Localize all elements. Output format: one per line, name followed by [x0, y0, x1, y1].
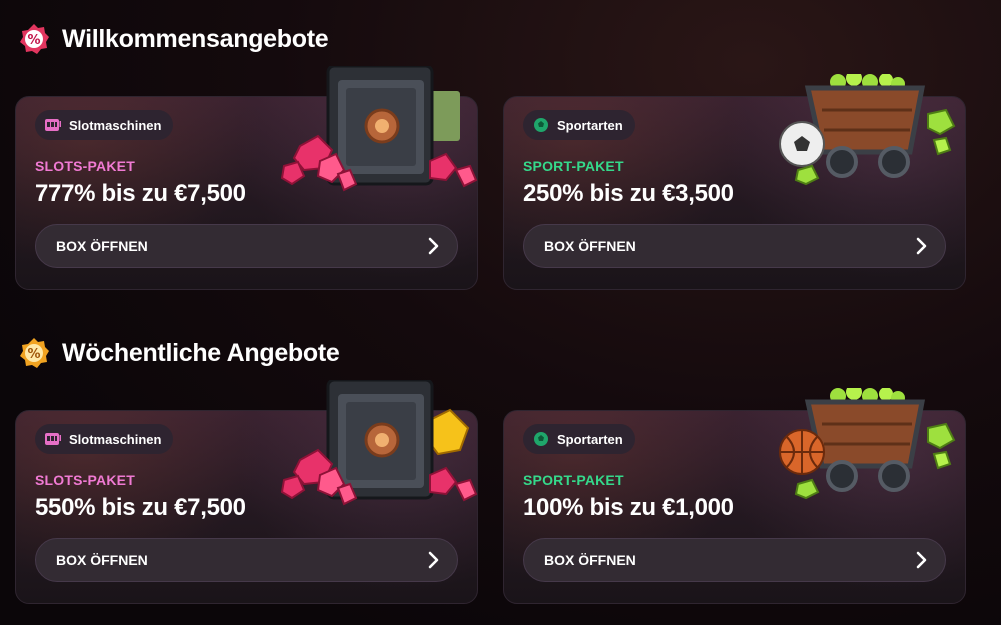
offer-text: 250% bis zu €3,500: [523, 180, 734, 207]
category-chip-label: Slotmaschinen: [69, 117, 162, 133]
open-box-button-label: BOX ÖFFNEN: [544, 552, 636, 568]
open-box-button-label: BOX ÖFFNEN: [56, 238, 148, 254]
package-label: SLOTS-PAKET: [35, 472, 135, 488]
offer-text: 777% bis zu €7,500: [35, 180, 246, 207]
category-chip: Sportarten: [523, 424, 635, 454]
offers-page: % Willkommensangebote Slotmaschinen SLOT…: [0, 0, 1001, 625]
section-title: Willkommensangebote: [62, 24, 329, 53]
open-box-button[interactable]: BOX ÖFFNEN: [523, 224, 946, 268]
section-title: Wöchentliche Angebote: [62, 338, 340, 367]
svg-text:%: %: [27, 33, 40, 48]
mine-cart-basketball-illustration: [779, 388, 956, 500]
package-label: SPORT-PAKET: [523, 158, 624, 174]
mine-cart-football-illustration: [779, 74, 956, 186]
chevron-right-icon: [916, 551, 927, 569]
category-chip: Slotmaschinen: [35, 110, 174, 140]
package-label: SLOTS-PAKET: [35, 158, 135, 174]
safe-with-gems-illustration: [280, 66, 478, 192]
percent-badge-pink-icon: %: [18, 23, 50, 55]
slot-machine-icon: [43, 429, 63, 449]
chevron-right-icon: [916, 237, 927, 255]
section-weekly-header: % Wöchentliche Angebote: [18, 337, 340, 369]
open-box-button[interactable]: BOX ÖFFNEN: [523, 538, 946, 582]
category-chip: Sportarten: [523, 110, 635, 140]
offer-card-slots-weekly[interactable]: Slotmaschinen SLOTS-PAKET 550% bis zu €7…: [15, 380, 478, 604]
chevron-right-icon: [428, 551, 439, 569]
open-box-button[interactable]: BOX ÖFFNEN: [35, 224, 458, 268]
offer-text: 550% bis zu €7,500: [35, 494, 246, 521]
section-welcome-header: % Willkommensangebote: [18, 23, 329, 55]
offer-card-sport-weekly[interactable]: Sportarten SPORT-PAKET 100% bis zu €1,00…: [503, 388, 966, 604]
category-chip: Slotmaschinen: [35, 424, 174, 454]
category-chip-label: Sportarten: [557, 117, 623, 133]
sports-icon: [531, 115, 551, 135]
offer-card-sport-welcome[interactable]: Sportarten SPORT-PAKET 250% bis zu €3,50…: [503, 74, 966, 290]
open-box-button-label: BOX ÖFFNEN: [56, 552, 148, 568]
open-box-button-label: BOX ÖFFNEN: [544, 238, 636, 254]
chevron-right-icon: [428, 237, 439, 255]
offer-text: 100% bis zu €1,000: [523, 494, 734, 521]
sports-icon: [531, 429, 551, 449]
svg-text:%: %: [27, 347, 40, 362]
slot-machine-icon: [43, 115, 63, 135]
category-chip-label: Sportarten: [557, 431, 623, 447]
category-chip-label: Slotmaschinen: [69, 431, 162, 447]
safe-with-gems-gold-illustration: [280, 380, 478, 506]
offer-card-slots-welcome[interactable]: Slotmaschinen SLOTS-PAKET 777% bis zu €7…: [15, 66, 478, 290]
open-box-button[interactable]: BOX ÖFFNEN: [35, 538, 458, 582]
package-label: SPORT-PAKET: [523, 472, 624, 488]
percent-badge-gold-icon: %: [18, 337, 50, 369]
